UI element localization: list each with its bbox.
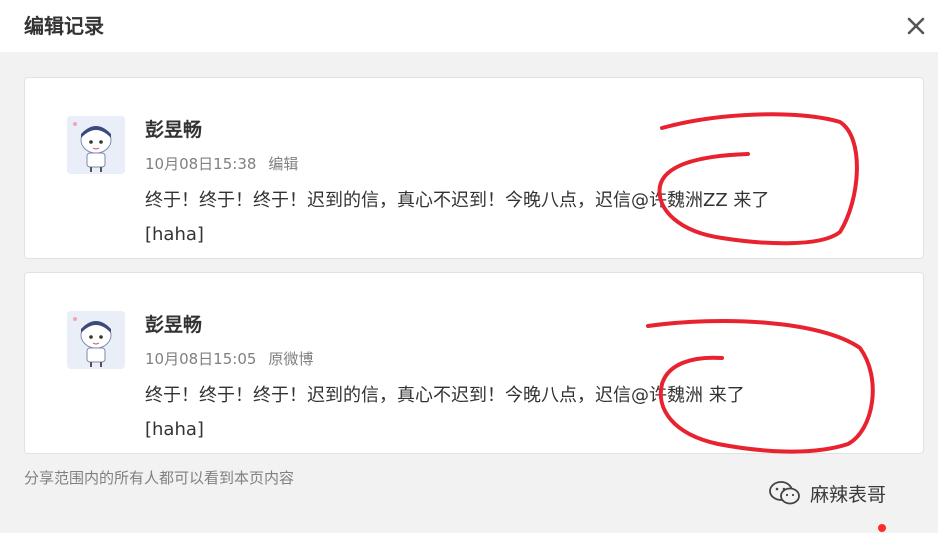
annotation-dot	[878, 524, 886, 532]
visibility-note: 分享范围内的所有人都可以看到本页内容	[24, 469, 295, 487]
record-meta: 10月08日15:05 原微博	[145, 349, 313, 369]
user-name[interactable]: 彭昱畅	[145, 313, 202, 337]
watermark-text: 麻辣表哥	[810, 483, 887, 506]
content-emoticon: [haha]	[145, 419, 204, 440]
wechat-icon	[769, 481, 800, 505]
user-name[interactable]: 彭昱畅	[145, 118, 202, 142]
avatar[interactable]	[67, 311, 125, 369]
avatar-icon	[67, 116, 125, 174]
record-content: 终于！终于！终于！迟到的信，真心不迟到！今晚八点，迟信@许魏洲 来了 [haha…	[145, 379, 895, 447]
record-time: 10月08日15:38	[145, 155, 257, 173]
close-button[interactable]	[900, 10, 932, 42]
edit-record-card: 彭昱畅 10月08日15:38 编辑 终于！终于！终于！迟到的信，真心不迟到！今晚…	[24, 77, 924, 259]
record-meta: 10月08日15:38 编辑	[145, 154, 298, 174]
edit-record-card: 彭昱畅 10月08日15:05 原微博 终于！终于！终于！迟到的信，真心不迟到！今…	[24, 272, 924, 454]
content-emoticon: [haha]	[145, 224, 204, 245]
record-tag: 原微博	[268, 350, 314, 368]
avatar-icon	[67, 311, 125, 369]
record-time: 10月08日15:05	[145, 350, 257, 368]
content-line: 终于！终于！终于！迟到的信，真心不迟到！今晚八点，迟信@许魏洲ZZ 来了	[145, 190, 770, 211]
dialog-title: 编辑记录	[24, 14, 104, 38]
avatar[interactable]	[67, 116, 125, 174]
close-icon	[907, 17, 925, 35]
watermark: 麻辣表哥	[768, 478, 886, 508]
dialog-header: 编辑记录	[0, 0, 938, 52]
content-line: 终于！终于！终于！迟到的信，真心不迟到！今晚八点，迟信@许魏洲 来了	[145, 385, 745, 406]
record-tag: 编辑	[268, 155, 299, 173]
record-content: 终于！终于！终于！迟到的信，真心不迟到！今晚八点，迟信@许魏洲ZZ 来了 [ha…	[145, 184, 895, 252]
